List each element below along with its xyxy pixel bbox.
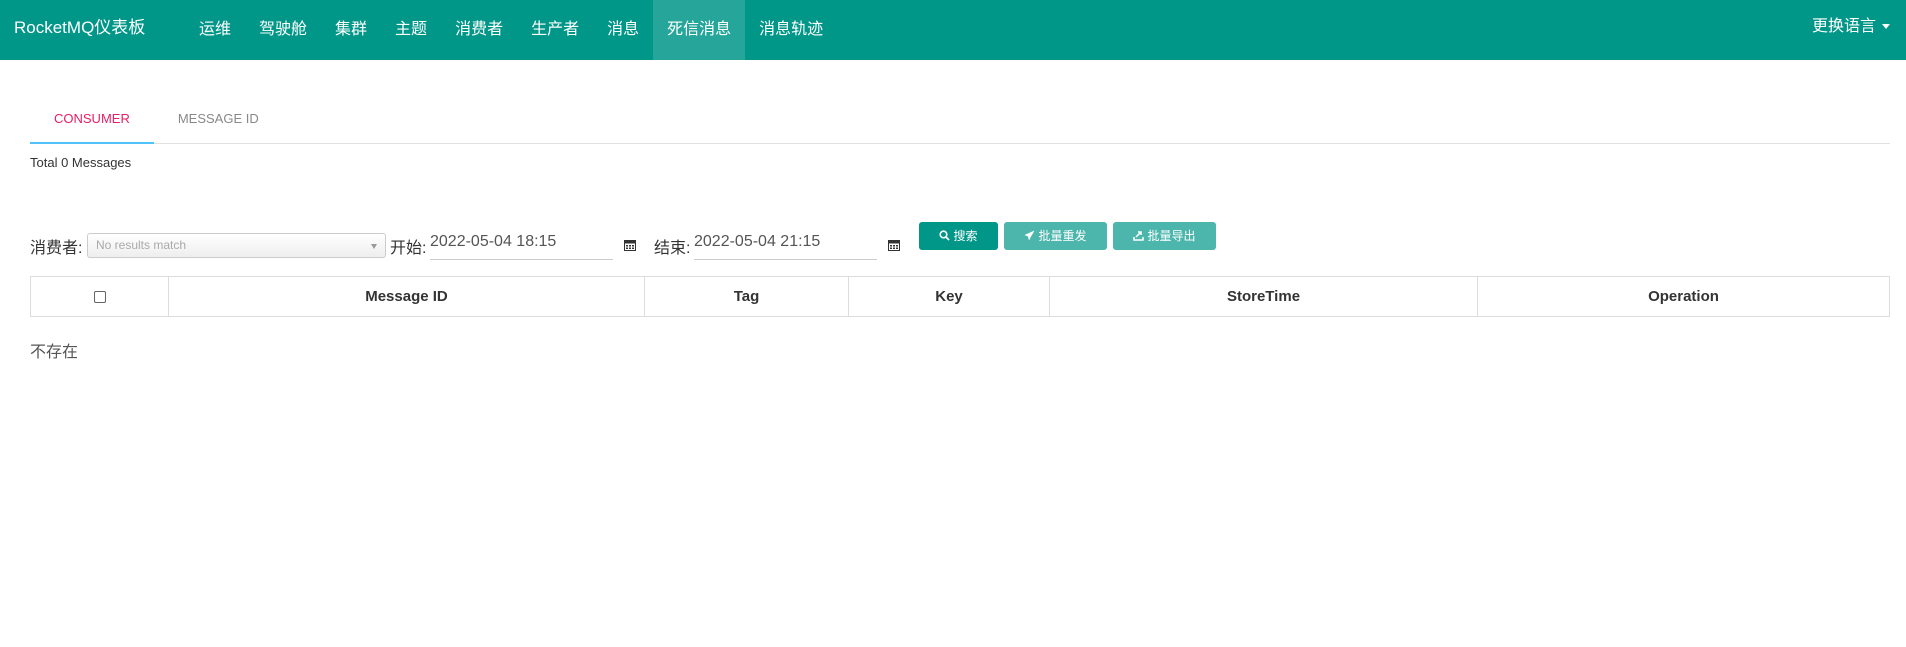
select-all-checkbox[interactable] <box>93 291 106 304</box>
consumer-select-placeholder: No results match <box>96 238 187 252</box>
search-button-label: 搜索 <box>953 229 978 243</box>
tab-consumer[interactable]: CONSUMER <box>30 100 154 144</box>
table-header-row: Message ID Tag Key StoreTime Operation <box>30 276 1890 317</box>
language-switcher[interactable]: 更换语言 <box>1812 0 1890 54</box>
batch-resend-label: 批量重发 <box>1038 229 1087 243</box>
language-label: 更换语言 <box>1811 18 1876 35</box>
batch-resend-button[interactable]: 批量重发 <box>1004 222 1107 250</box>
select-all-header <box>30 276 169 317</box>
column-header-storetime[interactable]: StoreTime <box>1049 276 1478 317</box>
message-table: Message ID Tag Key StoreTime Operation <box>30 276 1890 317</box>
nav-item-message[interactable]: 消息 <box>593 0 653 60</box>
column-header-key[interactable]: Key <box>848 276 1050 317</box>
total-messages-count: Total 0 Messages <box>30 155 132 170</box>
batch-export-label: 批量导出 <box>1147 229 1196 243</box>
tab-message-id[interactable]: MESSAGE ID <box>154 100 283 144</box>
start-time-input[interactable]: 2022-05-04 18:15 <box>430 230 613 260</box>
end-time-input[interactable]: 2022-05-04 21:15 <box>694 230 877 260</box>
caret-down-icon <box>371 244 377 249</box>
batch-export-button[interactable]: 批量导出 <box>1113 222 1216 250</box>
paper-plane-icon <box>1024 230 1035 241</box>
brand-title[interactable]: RocketMQ仪表板 <box>0 0 185 60</box>
top-navbar: RocketMQ仪表板 运维 驾驶舱 集群 主题 消费者 生产者 消息 死信消息… <box>0 0 1906 60</box>
caret-down-icon <box>1882 24 1890 30</box>
consumer-select[interactable]: No results match <box>87 233 386 258</box>
search-icon <box>939 230 951 241</box>
start-label: 开始: <box>390 240 427 257</box>
nav-menu: 运维 驾驶舱 集群 主题 消费者 生产者 消息 死信消息 消息轨迹 <box>185 0 837 60</box>
column-header-operation[interactable]: Operation <box>1477 276 1890 317</box>
export-icon <box>1133 231 1145 241</box>
search-button[interactable]: 搜索 <box>919 222 998 250</box>
query-mode-tabs: CONSUMER MESSAGE ID <box>30 100 1890 144</box>
nav-item-dashboard[interactable]: 驾驶舱 <box>245 0 321 60</box>
nav-item-consumer[interactable]: 消费者 <box>441 0 517 60</box>
filter-bar: 消费者: No results match 开始: 2022-05-04 18:… <box>30 220 1230 260</box>
nav-item-cluster[interactable]: 集群 <box>321 0 381 60</box>
calendar-icon[interactable] <box>624 239 636 251</box>
nav-item-dlq-message[interactable]: 死信消息 <box>653 0 746 60</box>
calendar-icon[interactable] <box>888 239 900 251</box>
nav-item-message-trace[interactable]: 消息轨迹 <box>745 0 837 60</box>
nav-item-producer[interactable]: 生产者 <box>517 0 593 60</box>
consumer-label: 消费者: <box>30 240 83 257</box>
nav-item-topic[interactable]: 主题 <box>381 0 441 60</box>
nav-item-ops[interactable]: 运维 <box>185 0 245 60</box>
empty-result-text: 不存在 <box>30 344 79 361</box>
column-header-tag[interactable]: Tag <box>644 276 849 317</box>
column-header-message-id[interactable]: Message ID <box>168 276 645 317</box>
end-label: 结束: <box>654 240 691 257</box>
